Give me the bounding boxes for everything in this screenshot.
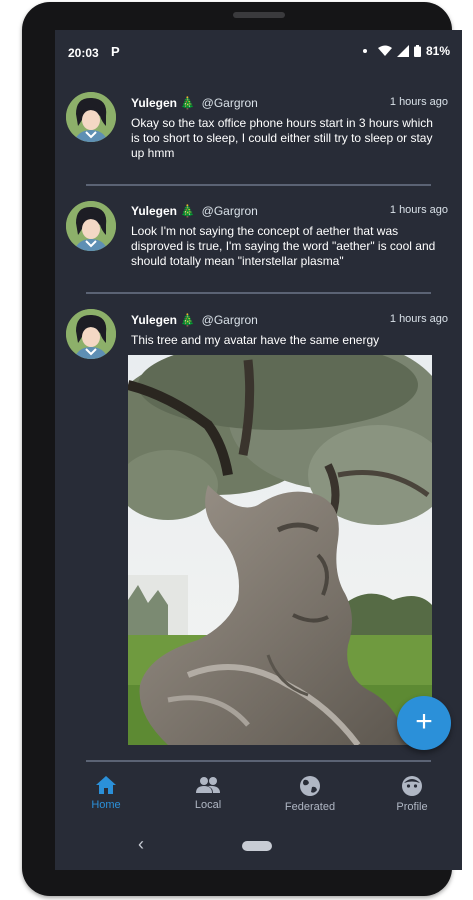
post-header: Yulegen 🎄 @Gargron 1 hours ago — [131, 96, 448, 112]
post-header: Yulegen 🎄 @Gargron 1 hours ago — [131, 313, 448, 329]
post-text: Okay so the tax office phone hours start… — [131, 116, 433, 160]
post-time: 1 hours ago — [389, 204, 448, 216]
nav-label-federated: Federated — [284, 801, 336, 813]
signal-icon — [396, 45, 409, 57]
nav-label-home: Home — [91, 799, 121, 811]
post-divider — [86, 760, 431, 762]
avatar[interactable] — [66, 309, 116, 359]
post-time: 1 hours ago — [389, 313, 448, 325]
avatar[interactable] — [66, 201, 116, 251]
globe-icon — [300, 776, 320, 796]
nav-item-federated[interactable]: Federated — [265, 765, 355, 820]
status-time: 20:03 — [68, 46, 99, 60]
account-handle[interactable]: @Gargron — [202, 204, 258, 218]
account-handle[interactable]: @Gargron — [202, 96, 258, 110]
status-indicators: 81% — [362, 44, 450, 58]
compose-button[interactable]: + — [397, 696, 451, 750]
nav-item-profile[interactable]: Profile — [367, 765, 457, 820]
post-time: 1 hours ago — [389, 96, 448, 108]
nav-item-home[interactable]: Home — [61, 765, 151, 820]
nav-label-local: Local — [194, 799, 222, 811]
post-text: This tree and my avatar have the same en… — [131, 333, 380, 347]
nav-item-local[interactable]: Local — [163, 765, 253, 820]
display-name[interactable]: Yulegen 🎄 — [131, 96, 195, 110]
media-attachment-tree-image[interactable] — [128, 355, 432, 745]
post-text: Look I'm not saying the concept of aethe… — [131, 224, 436, 268]
speaker-grille — [233, 12, 285, 18]
home-icon — [96, 776, 116, 794]
system-navigation-bar: ‹ — [55, 820, 462, 870]
people-icon — [196, 777, 220, 793]
display-name[interactable]: Yulegen 🎄 — [131, 204, 195, 218]
back-chevron-icon[interactable]: ‹ — [138, 834, 144, 855]
face-icon — [402, 776, 422, 796]
bottom-navigation: Home Local Federated Profile — [55, 765, 462, 820]
display-name[interactable]: Yulegen 🎄 — [131, 313, 195, 327]
home-pill-button[interactable] — [242, 841, 272, 851]
app-screen: 20:03 P 81% Yulegen 🎄 @Gargron 1 hours a… — [55, 30, 462, 870]
avatar[interactable] — [66, 92, 116, 142]
wifi-icon — [377, 45, 392, 56]
account-handle[interactable]: @Gargron — [202, 313, 258, 327]
phone-frame: 20:03 P 81% Yulegen 🎄 @Gargron 1 hours a… — [22, 2, 462, 896]
notification-p-icon: P — [111, 44, 120, 59]
battery-percent: 81% — [425, 44, 450, 58]
post-header: Yulegen 🎄 @Gargron 1 hours ago — [131, 204, 448, 220]
notification-dot-icon — [362, 49, 367, 53]
battery-icon — [413, 45, 421, 57]
post-divider — [86, 184, 431, 186]
status-bar: 20:03 P 81% — [55, 30, 462, 74]
nav-label-profile: Profile — [396, 801, 428, 813]
post-divider — [86, 292, 431, 294]
